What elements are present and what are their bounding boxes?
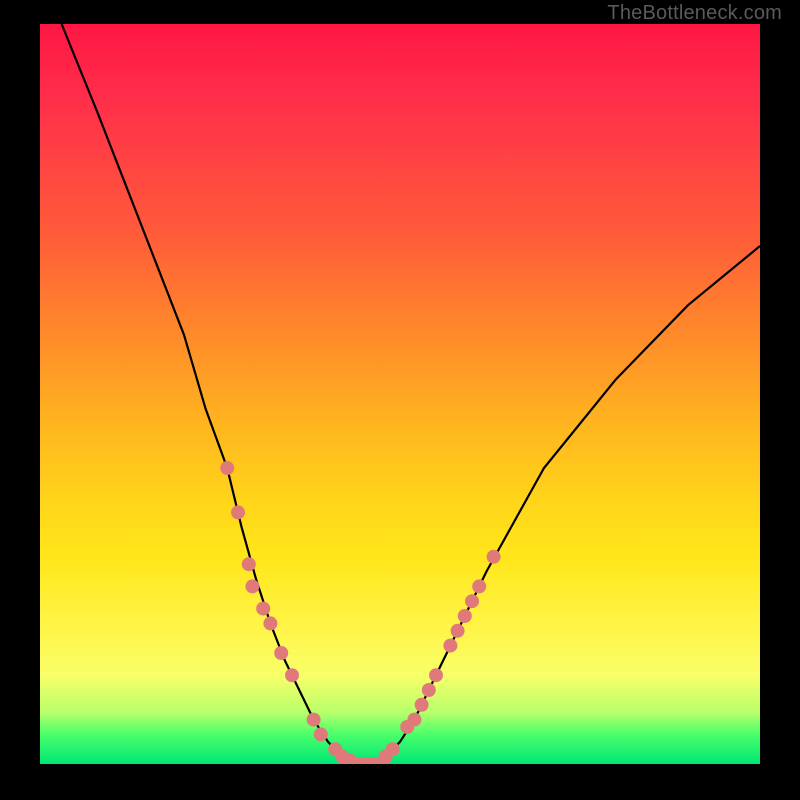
plot-area xyxy=(40,24,760,764)
highlighted-point xyxy=(274,646,288,660)
highlighted-point xyxy=(285,668,299,682)
chart-stage: TheBottleneck.com xyxy=(0,0,800,800)
highlighted-point xyxy=(231,505,245,519)
highlighted-point xyxy=(386,742,400,756)
highlighted-point xyxy=(422,683,436,697)
watermark-text: TheBottleneck.com xyxy=(607,2,782,25)
highlighted-point xyxy=(242,557,256,571)
highlighted-point xyxy=(451,624,465,638)
highlighted-point xyxy=(487,550,501,564)
highlighted-point xyxy=(314,727,328,741)
highlighted-point xyxy=(415,698,429,712)
highlighted-point xyxy=(245,579,259,593)
highlighted-point xyxy=(465,594,479,608)
highlighted-point xyxy=(472,579,486,593)
highlighted-point xyxy=(407,713,421,727)
highlighted-point xyxy=(429,668,443,682)
highlighted-point xyxy=(256,602,270,616)
highlighted-point xyxy=(220,461,234,475)
highlighted-point xyxy=(307,713,321,727)
bottleneck-curve xyxy=(62,24,760,764)
highlighted-points-group xyxy=(220,461,500,764)
highlighted-point xyxy=(443,639,457,653)
highlighted-point xyxy=(263,616,277,630)
plot-svg xyxy=(40,24,760,764)
highlighted-point xyxy=(458,609,472,623)
